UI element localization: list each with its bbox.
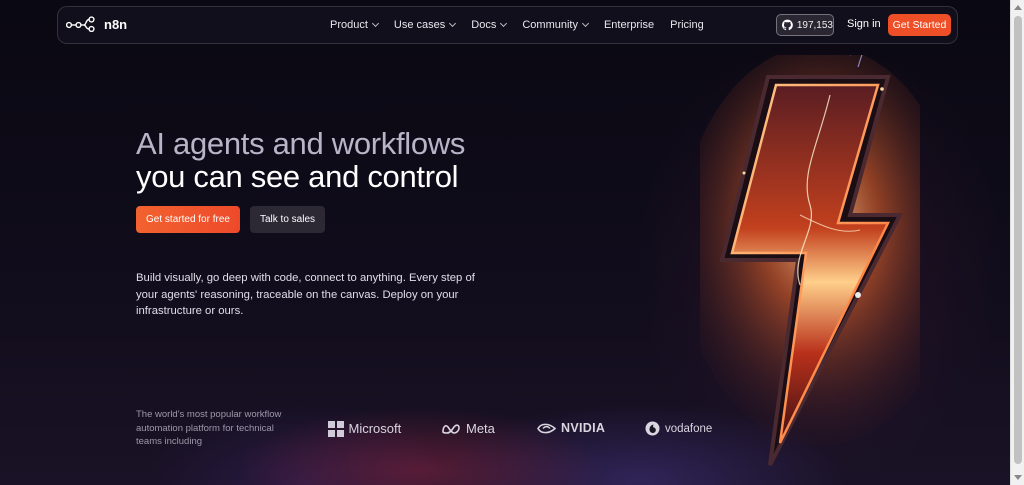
menu-item-label: Enterprise <box>603 19 655 31</box>
menu-item-community[interactable]: Community <box>522 19 590 31</box>
brand-microsoft: Microsoft <box>328 421 401 437</box>
landing-page: n8n Product Use cases Docs Community Ent… <box>0 0 1024 485</box>
chevron-down-icon <box>500 19 508 28</box>
top-navbar: n8n Product Use cases Docs Community Ent… <box>57 6 958 44</box>
vodafone-logo-icon <box>645 421 660 436</box>
get-started-free-button[interactable]: Get started for free <box>136 206 240 233</box>
hero-headline-line2: you can see and control <box>136 159 459 194</box>
github-stars-button[interactable]: 197,153 <box>776 14 834 36</box>
brand-name: Microsoft <box>348 421 402 437</box>
menu-item-docs[interactable]: Docs <box>471 19 508 31</box>
logo-text: n8n <box>104 16 128 32</box>
chevron-down-icon <box>371 19 379 28</box>
sign-in-link[interactable]: Sign in <box>847 18 881 30</box>
n8n-logo[interactable]: n8n <box>66 16 127 32</box>
menu-item-label: Docs <box>471 19 497 31</box>
brand-nvidia: NVIDIA <box>537 421 605 435</box>
main-menu: Product Use cases Docs Community Enterpr… <box>330 7 720 43</box>
brand-name: Meta <box>466 421 495 436</box>
hero-headline-line1: AI agents and workflows <box>136 126 466 161</box>
scroll-down-arrow-icon[interactable] <box>1014 475 1022 480</box>
vertical-scrollbar[interactable] <box>1010 0 1024 485</box>
hero-description: Build visually, go deep with code, conne… <box>136 272 475 317</box>
scroll-up-arrow-icon[interactable] <box>1014 5 1022 10</box>
talk-to-sales-button[interactable]: Talk to sales <box>250 206 325 233</box>
menu-item-product[interactable]: Product <box>330 19 379 31</box>
chevron-down-icon <box>581 19 590 28</box>
get-started-button[interactable]: Get Started <box>888 14 951 36</box>
menu-item-label: Product <box>330 19 368 31</box>
scrollbar-thumb[interactable] <box>1014 16 1022 464</box>
nvidia-logo-icon <box>537 423 556 433</box>
brand-meta: Meta <box>441 421 495 436</box>
microsoft-logo-icon <box>328 421 344 437</box>
menu-item-use-cases[interactable]: Use cases <box>393 19 457 31</box>
menu-item-enterprise[interactable]: Enterprise <box>604 19 654 31</box>
n8n-logo-icon <box>66 16 95 32</box>
social-proof-tagline: The world's most popular workflow automa… <box>136 409 282 447</box>
chevron-down-icon <box>449 19 457 28</box>
menu-item-label: Community <box>522 19 578 31</box>
brand-name: NVIDIA <box>561 421 606 435</box>
menu-item-label: Pricing <box>670 19 704 31</box>
github-icon <box>782 19 793 31</box>
github-stars-count: 197,153 <box>796 19 833 31</box>
lightning-bolt-illustration <box>700 55 920 466</box>
menu-item-label: Use cases <box>393 19 446 31</box>
meta-logo-icon <box>442 424 460 434</box>
menu-item-pricing[interactable]: Pricing <box>670 19 704 31</box>
